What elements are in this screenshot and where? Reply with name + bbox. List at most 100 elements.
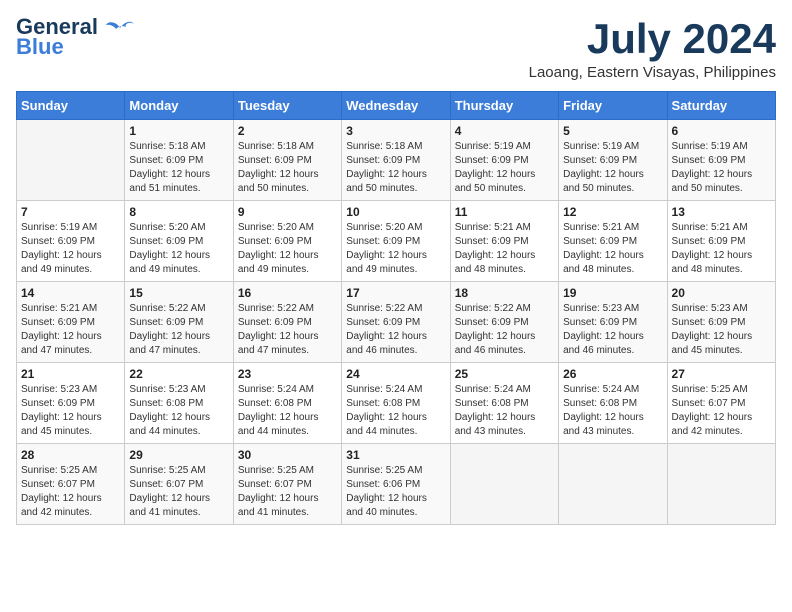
- day-header-tuesday: Tuesday: [233, 92, 341, 120]
- calendar-cell: 12 Sunrise: 5:21 AM Sunset: 6:09 PM Dayli…: [559, 201, 667, 282]
- day-number: 24: [346, 367, 445, 381]
- calendar-cell: 4 Sunrise: 5:19 AM Sunset: 6:09 PM Daylig…: [450, 120, 558, 201]
- calendar-cell: 30 Sunrise: 5:25 AM Sunset: 6:07 PM Dayli…: [233, 444, 341, 525]
- cell-info: Sunrise: 5:24 AM Sunset: 6:08 PM Dayligh…: [346, 383, 445, 439]
- calendar-cell: 21 Sunrise: 5:23 AM Sunset: 6:09 PM Dayli…: [17, 363, 125, 444]
- day-number: 27: [672, 367, 771, 381]
- calendar-cell: [667, 444, 775, 525]
- calendar-cell: 24 Sunrise: 5:24 AM Sunset: 6:08 PM Dayli…: [342, 363, 450, 444]
- calendar-cell: 13 Sunrise: 5:21 AM Sunset: 6:09 PM Dayli…: [667, 201, 775, 282]
- calendar-cell: 6Sunrise: 5:19 AM Sunset: 6:09 PM Daylig…: [667, 120, 775, 201]
- day-number: 18: [455, 286, 554, 300]
- month-title: July 2024: [529, 16, 776, 62]
- cell-info: Sunrise: 5:24 AM Sunset: 6:08 PM Dayligh…: [455, 383, 554, 439]
- cell-info: Sunrise: 5:20 AM Sunset: 6:09 PM Dayligh…: [346, 221, 445, 277]
- calendar-cell: 9 Sunrise: 5:20 AM Sunset: 6:09 PM Daylig…: [233, 201, 341, 282]
- cell-info: Sunrise: 5:24 AM Sunset: 6:08 PM Dayligh…: [563, 383, 662, 439]
- day-header-wednesday: Wednesday: [342, 92, 450, 120]
- day-number: 19: [563, 286, 662, 300]
- calendar-cell: 31 Sunrise: 5:25 AM Sunset: 6:06 PM Dayli…: [342, 444, 450, 525]
- day-number: 20: [672, 286, 771, 300]
- calendar-cell: 27Sunrise: 5:25 AM Sunset: 6:07 PM Dayli…: [667, 363, 775, 444]
- calendar-cell: 29Sunrise: 5:25 AM Sunset: 6:07 PM Dayli…: [125, 444, 233, 525]
- logo: General Blue: [16, 16, 134, 60]
- cell-info: Sunrise: 5:20 AM Sunset: 6:09 PM Dayligh…: [238, 221, 337, 277]
- day-header-thursday: Thursday: [450, 92, 558, 120]
- day-number: 11: [455, 205, 554, 219]
- cell-info: Sunrise: 5:22 AM Sunset: 6:09 PM Dayligh…: [455, 302, 554, 358]
- day-number: 2: [238, 124, 337, 138]
- calendar-cell: 3 Sunrise: 5:18 AM Sunset: 6:09 PM Daylig…: [342, 120, 450, 201]
- calendar-week-row: 14Sunrise: 5:21 AM Sunset: 6:09 PM Dayli…: [17, 282, 776, 363]
- calendar-cell: 16Sunrise: 5:22 AM Sunset: 6:09 PM Dayli…: [233, 282, 341, 363]
- calendar-cell: 1Sunrise: 5:18 AM Sunset: 6:09 PM Daylig…: [125, 120, 233, 201]
- cell-info: Sunrise: 5:19 AM Sunset: 6:09 PM Dayligh…: [21, 221, 120, 277]
- cell-info: Sunrise: 5:23 AM Sunset: 6:09 PM Dayligh…: [21, 383, 120, 439]
- calendar-cell: 19 Sunrise: 5:23 AM Sunset: 6:09 PM Dayli…: [559, 282, 667, 363]
- cell-info: Sunrise: 5:22 AM Sunset: 6:09 PM Dayligh…: [346, 302, 445, 358]
- day-number: 15: [129, 286, 228, 300]
- title-area: July 2024 Laoang, Eastern Visayas, Phili…: [529, 16, 776, 81]
- day-number: 9: [238, 205, 337, 219]
- day-number: 22: [129, 367, 228, 381]
- day-number: 30: [238, 448, 337, 462]
- cell-info: Sunrise: 5:19 AM Sunset: 6:09 PM Dayligh…: [455, 140, 554, 196]
- day-number: 31: [346, 448, 445, 462]
- cell-info: Sunrise: 5:21 AM Sunset: 6:09 PM Dayligh…: [672, 221, 771, 277]
- calendar-cell: 17 Sunrise: 5:22 AM Sunset: 6:09 PM Dayli…: [342, 282, 450, 363]
- logo-blue: Blue: [16, 34, 64, 60]
- calendar-cell: 22 Sunrise: 5:23 AM Sunset: 6:08 PM Dayli…: [125, 363, 233, 444]
- logo-bird-icon: [106, 19, 134, 37]
- cell-info: Sunrise: 5:25 AM Sunset: 6:07 PM Dayligh…: [238, 464, 337, 520]
- day-number: 26: [563, 367, 662, 381]
- cell-info: Sunrise: 5:22 AM Sunset: 6:09 PM Dayligh…: [129, 302, 228, 358]
- calendar-cell: [559, 444, 667, 525]
- cell-info: Sunrise: 5:21 AM Sunset: 6:09 PM Dayligh…: [563, 221, 662, 277]
- calendar-cell: [17, 120, 125, 201]
- day-number: 13: [672, 205, 771, 219]
- calendar-body: 1Sunrise: 5:18 AM Sunset: 6:09 PM Daylig…: [17, 120, 776, 525]
- calendar-cell: 18 Sunrise: 5:22 AM Sunset: 6:09 PM Dayli…: [450, 282, 558, 363]
- day-number: 17: [346, 286, 445, 300]
- day-header-sunday: Sunday: [17, 92, 125, 120]
- calendar-cell: 8Sunrise: 5:20 AM Sunset: 6:09 PM Daylig…: [125, 201, 233, 282]
- cell-info: Sunrise: 5:25 AM Sunset: 6:07 PM Dayligh…: [21, 464, 120, 520]
- day-number: 12: [563, 205, 662, 219]
- location-title: Laoang, Eastern Visayas, Philippines: [529, 64, 776, 81]
- calendar-cell: 25 Sunrise: 5:24 AM Sunset: 6:08 PM Dayli…: [450, 363, 558, 444]
- day-number: 28: [21, 448, 120, 462]
- day-number: 4: [455, 124, 554, 138]
- day-number: 16: [238, 286, 337, 300]
- calendar-week-row: 7 Sunrise: 5:19 AM Sunset: 6:09 PM Daylig…: [17, 201, 776, 282]
- day-header-friday: Friday: [559, 92, 667, 120]
- calendar-header-row: SundayMondayTuesdayWednesdayThursdayFrid…: [17, 92, 776, 120]
- cell-info: Sunrise: 5:24 AM Sunset: 6:08 PM Dayligh…: [238, 383, 337, 439]
- calendar-table: SundayMondayTuesdayWednesdayThursdayFrid…: [16, 91, 776, 525]
- calendar-week-row: 28 Sunrise: 5:25 AM Sunset: 6:07 PM Dayli…: [17, 444, 776, 525]
- day-number: 8: [129, 205, 228, 219]
- day-number: 25: [455, 367, 554, 381]
- cell-info: Sunrise: 5:25 AM Sunset: 6:06 PM Dayligh…: [346, 464, 445, 520]
- cell-info: Sunrise: 5:19 AM Sunset: 6:09 PM Dayligh…: [563, 140, 662, 196]
- day-number: 7: [21, 205, 120, 219]
- day-number: 29: [129, 448, 228, 462]
- cell-info: Sunrise: 5:21 AM Sunset: 6:09 PM Dayligh…: [21, 302, 120, 358]
- calendar-cell: 5 Sunrise: 5:19 AM Sunset: 6:09 PM Daylig…: [559, 120, 667, 201]
- day-header-saturday: Saturday: [667, 92, 775, 120]
- calendar-cell: 23Sunrise: 5:24 AM Sunset: 6:08 PM Dayli…: [233, 363, 341, 444]
- cell-info: Sunrise: 5:23 AM Sunset: 6:08 PM Dayligh…: [129, 383, 228, 439]
- calendar-cell: 28 Sunrise: 5:25 AM Sunset: 6:07 PM Dayli…: [17, 444, 125, 525]
- calendar-cell: 2 Sunrise: 5:18 AM Sunset: 6:09 PM Daylig…: [233, 120, 341, 201]
- cell-info: Sunrise: 5:18 AM Sunset: 6:09 PM Dayligh…: [346, 140, 445, 196]
- day-number: 3: [346, 124, 445, 138]
- calendar-week-row: 1Sunrise: 5:18 AM Sunset: 6:09 PM Daylig…: [17, 120, 776, 201]
- cell-info: Sunrise: 5:23 AM Sunset: 6:09 PM Dayligh…: [563, 302, 662, 358]
- calendar-cell: 14Sunrise: 5:21 AM Sunset: 6:09 PM Dayli…: [17, 282, 125, 363]
- cell-info: Sunrise: 5:18 AM Sunset: 6:09 PM Dayligh…: [238, 140, 337, 196]
- day-header-monday: Monday: [125, 92, 233, 120]
- calendar-cell: 26 Sunrise: 5:24 AM Sunset: 6:08 PM Dayli…: [559, 363, 667, 444]
- day-number: 5: [563, 124, 662, 138]
- day-number: 21: [21, 367, 120, 381]
- calendar-week-row: 21 Sunrise: 5:23 AM Sunset: 6:09 PM Dayli…: [17, 363, 776, 444]
- cell-info: Sunrise: 5:19 AM Sunset: 6:09 PM Dayligh…: [672, 140, 771, 196]
